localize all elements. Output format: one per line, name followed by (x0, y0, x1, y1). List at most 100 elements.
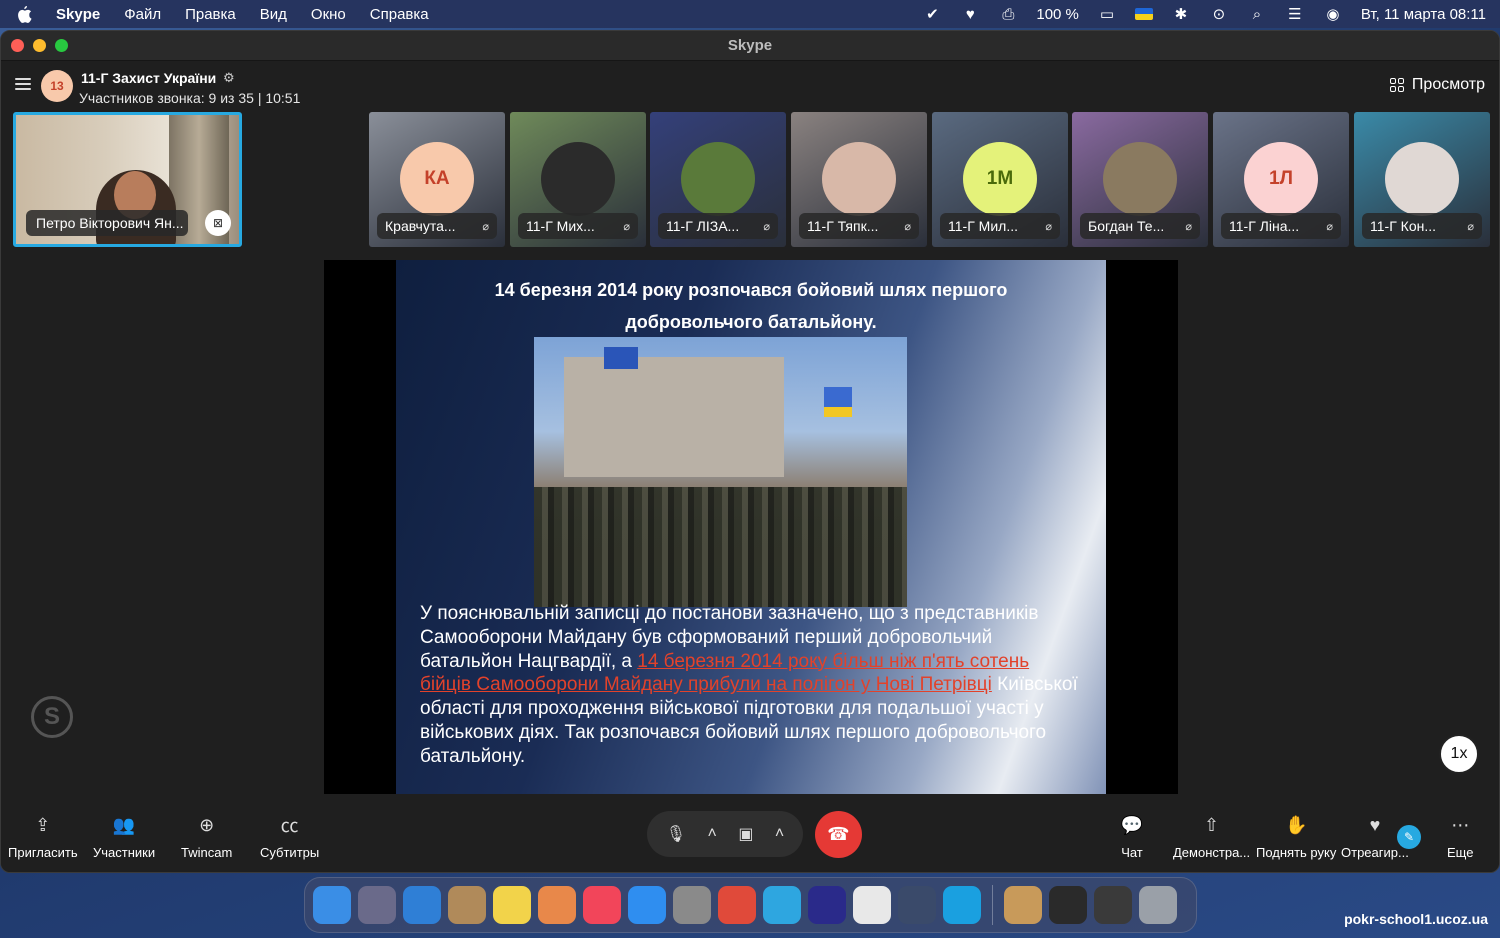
dock-terminal-icon[interactable] (1049, 886, 1087, 924)
screen-mirroring-icon[interactable]: ⊙ (1209, 5, 1229, 23)
participant-avatar (681, 142, 755, 216)
hamburger-menu-icon[interactable] (15, 78, 31, 90)
participant-name-pill: 11-Г ЛІЗА... ⌀ (658, 213, 778, 239)
dock-help-icon[interactable] (898, 886, 936, 924)
react-button[interactable]: ♥ Отреагир... ✎ (1341, 813, 1421, 860)
view-layout-label: Просмотр (1411, 76, 1485, 93)
self-video-tile[interactable]: Петро Вікторович Ян... ⊠ (13, 112, 242, 247)
menu-app-name[interactable]: Skype (56, 6, 100, 23)
share-upload-icon: ⇪ (35, 814, 51, 835)
dock-launchpad-icon[interactable] (358, 886, 396, 924)
apple-icon[interactable] (14, 4, 34, 24)
call-toolbar: ⇪ Пригласить 👥 Участники ⊕ Twincam ㏄ Суб… (1, 795, 1499, 872)
slide-body-text: У пояснювальній записці до постанови заз… (420, 602, 1080, 769)
participant-name: 11-Г Кон... (1370, 218, 1437, 234)
participant-tile[interactable]: 11-Г Тяпк... ⌀ (791, 112, 927, 247)
participant-tile[interactable]: 11-Г Мих... ⌀ (510, 112, 646, 247)
twincam-button[interactable]: ⊕ Twincam (181, 813, 232, 861)
participants-button[interactable]: 👥 Участники (93, 813, 156, 861)
menu-datetime[interactable]: Вт, 11 марта 08:11 (1361, 6, 1486, 23)
dock-contacts-icon[interactable] (448, 886, 486, 924)
pencil-icon[interactable]: ✎ (1397, 825, 1421, 849)
mic-off-icon[interactable]: 🎙 (666, 824, 686, 844)
menu-edit[interactable]: Правка (185, 6, 236, 23)
dock-settings-icon[interactable] (673, 886, 711, 924)
participant-name: 11-Г ЛІЗА... (666, 218, 740, 234)
siri-icon[interactable]: ◉ (1323, 5, 1343, 23)
participant-tile[interactable]: 11-Г Кон... ⌀ (1354, 112, 1490, 247)
screen-share-indicator-icon[interactable]: ⊠ (205, 210, 231, 236)
dock-installer-icon[interactable] (853, 886, 891, 924)
check-icon[interactable]: ✔ (922, 5, 942, 23)
mic-options-chevron-icon[interactable]: ˄ (708, 825, 717, 843)
status-area: ✔ ♥ ⎙ 100 % ▭ ✱ ⊙ ⌕ ☰ ◉ Вт, 11 марта 08:… (922, 5, 1486, 24)
group-name[interactable]: 11-Г Захист України (81, 70, 216, 86)
share-screen-button[interactable]: ⇧ Демонстра... (1173, 813, 1251, 861)
more-dots-icon: ⋯ (1451, 814, 1470, 835)
closed-captions-icon: ㏄ (280, 816, 299, 836)
menu-help[interactable]: Справка (370, 6, 429, 23)
dock-finder-icon[interactable] (313, 886, 351, 924)
mic-muted-icon: ⌀ (1467, 220, 1474, 233)
participant-tile[interactable]: КА Кравчута... ⌀ (369, 112, 505, 247)
mic-muted-icon: ⌀ (1326, 220, 1333, 233)
participant-name-pill: Кравчута... ⌀ (377, 213, 497, 239)
share-screen-label: Демонстра... (1173, 845, 1251, 860)
menu-window[interactable]: Окно (311, 6, 346, 23)
dock-screen-icon[interactable] (1094, 886, 1132, 924)
dock-skype-icon[interactable] (943, 886, 981, 924)
dock-app-store-icon[interactable] (628, 886, 666, 924)
participant-tile[interactable]: 1Л 11-Г Ліна... ⌀ (1213, 112, 1349, 247)
dock-archive-icon[interactable] (1004, 886, 1042, 924)
mic-muted-icon: ⌀ (1185, 220, 1192, 233)
shared-screen: 14 березня 2014 року розпочався бойовий … (324, 260, 1178, 794)
heart-chat-icon[interactable]: ♥ (960, 5, 980, 23)
view-layout-button[interactable]: Просмотр (1389, 76, 1485, 94)
participant-name-pill: Богдан Те... ⌀ (1080, 213, 1200, 239)
participant-name: 11-Г Мих... (526, 218, 595, 234)
participant-tile[interactable]: 11-Г ЛІЗА... ⌀ (650, 112, 786, 247)
dock-safari-icon[interactable] (403, 886, 441, 924)
heart-icon: ♥ (1369, 814, 1381, 835)
mic-muted-icon: ⌀ (623, 220, 630, 233)
dock-chrome-icon[interactable] (718, 886, 756, 924)
battery-percent: 100 % (1036, 5, 1079, 23)
menu-view[interactable]: Вид (260, 6, 287, 23)
dock-photos-icon[interactable] (538, 886, 576, 924)
group-avatar[interactable]: 13 (41, 70, 73, 102)
dock-trash-icon[interactable] (1139, 886, 1177, 924)
participant-avatar (1385, 142, 1459, 216)
participant-tile[interactable]: Богдан Те... ⌀ (1072, 112, 1208, 247)
control-center-icon[interactable]: ☰ (1285, 5, 1305, 23)
hang-up-button[interactable]: ☎ (815, 811, 862, 858)
dock-telegram-icon[interactable] (763, 886, 801, 924)
raise-hand-button[interactable]: ✋ Поднять руку (1256, 813, 1336, 861)
battery-icon[interactable]: ▭ (1097, 5, 1117, 23)
dock-music-icon[interactable] (583, 886, 621, 924)
invite-button[interactable]: ⇪ Пригласить (8, 813, 78, 861)
participant-tile[interactable]: 1М 11-Г Мил... ⌀ (932, 112, 1068, 247)
group-settings-icon[interactable]: ⚙ (223, 70, 235, 86)
participants-label: Участники (93, 845, 156, 860)
printer-icon[interactable]: ⎙ (998, 5, 1018, 23)
bluetooth-icon[interactable]: ✱ (1171, 5, 1191, 23)
window-titlebar: Skype (1, 31, 1499, 61)
participant-avatar (541, 142, 615, 216)
chat-button[interactable]: 💬 Чат (1120, 813, 1144, 861)
more-button[interactable]: ⋯ Еще (1447, 813, 1473, 861)
participant-name: 11-Г Мил... (948, 218, 1018, 234)
menu-file[interactable]: Файл (124, 6, 161, 23)
subtitles-button[interactable]: ㏄ Субтитры (260, 813, 319, 860)
keyboard-layout-flag-icon[interactable] (1134, 8, 1153, 20)
dock-notes-icon[interactable] (493, 886, 531, 924)
chat-label: Чат (1121, 845, 1143, 860)
camera-off-icon[interactable]: ▣ (738, 824, 753, 844)
spotlight-search-icon[interactable]: ⌕ (1247, 5, 1267, 23)
camera-options-chevron-icon[interactable]: ˄ (775, 825, 784, 843)
playback-speed-button[interactable]: 1x (1439, 734, 1479, 774)
subtitles-label: Субтитры (260, 845, 320, 860)
participant-name-pill: 11-Г Мил... ⌀ (940, 213, 1060, 239)
dock-radio-icon[interactable] (808, 886, 846, 924)
participant-name: Богдан Те... (1088, 218, 1165, 234)
mic-muted-icon: ⌀ (763, 220, 770, 233)
